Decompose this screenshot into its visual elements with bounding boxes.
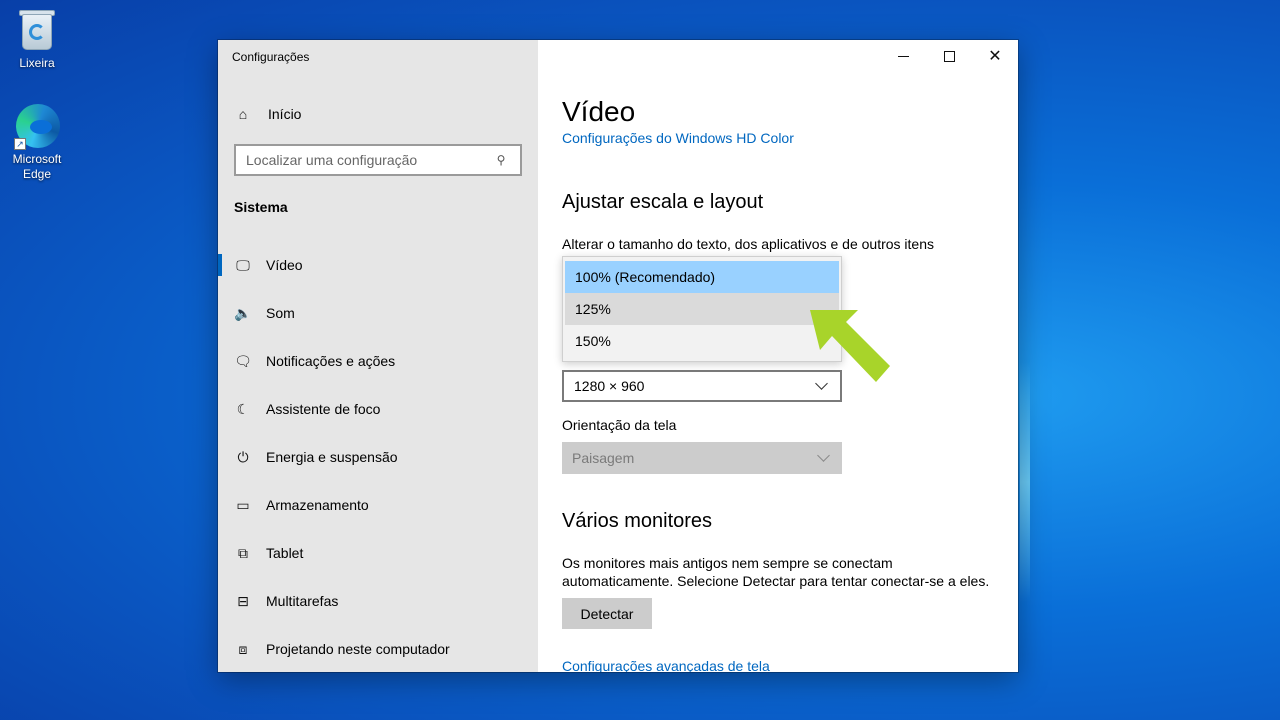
- storage-icon: ▭: [236, 496, 250, 513]
- sidebar-item-label: Notificações e ações: [266, 353, 396, 369]
- sidebar-item-label: Assistente de foco: [266, 401, 381, 417]
- multitask-icon: ⊟: [237, 592, 249, 609]
- scale-heading: Ajustar escala e layout: [562, 191, 764, 213]
- sidebar-item-label: Som: [266, 305, 295, 321]
- desktop-icon-label: Edge: [22, 167, 52, 181]
- shortcut-arrow-icon: ↗: [14, 138, 26, 150]
- monitor-icon: 🖵: [236, 256, 250, 273]
- speaker-icon: 🔈: [234, 304, 252, 321]
- multi-monitor-description: Os monitores mais antigos nem sempre se …: [562, 555, 990, 589]
- sidebar-nav: 🖵 Vídeo 🔈 Som 🗨 Notificações e ações ☾ A…: [218, 241, 538, 672]
- sidebar-item-armazenamento[interactable]: ▭ Armazenamento: [218, 481, 538, 529]
- advanced-display-link[interactable]: Configurações avançadas de tela: [562, 658, 770, 672]
- content-pane: ✕ Vídeo Configurações do Windows HD Colo…: [538, 40, 1018, 672]
- desktop-icon-label: Microsoft: [12, 152, 62, 166]
- sidebar-home[interactable]: ⌂ Início: [234, 104, 302, 124]
- edge-logo-icon: ↗: [14, 104, 60, 150]
- sidebar-item-label: Multitarefas: [266, 593, 339, 609]
- desktop-light-beam: [1020, 362, 1030, 602]
- scale-dropdown-list: 100% (Recomendado) 125% 150%: [562, 256, 842, 362]
- sidebar-item-tablet[interactable]: ⧉ Tablet: [218, 529, 538, 577]
- scale-option-150[interactable]: 150%: [565, 325, 839, 357]
- sidebar-item-som[interactable]: 🔈 Som: [218, 289, 538, 337]
- sidebar-item-notificacoes[interactable]: 🗨 Notificações e ações: [218, 337, 538, 385]
- sidebar-item-label: Tablet: [266, 545, 304, 561]
- close-icon: ✕: [988, 48, 1002, 65]
- search-input[interactable]: [246, 152, 492, 168]
- maximize-button[interactable]: [926, 40, 972, 72]
- hd-color-link[interactable]: Configurações do Windows HD Color: [562, 130, 794, 146]
- sidebar-item-label: Energia e suspensão: [266, 449, 398, 465]
- sidebar-item-energia[interactable]: ⏻ Energia e suspensão: [218, 433, 538, 481]
- home-icon: ⌂: [238, 106, 248, 122]
- sidebar-item-multitarefas[interactable]: ⊟ Multitarefas: [218, 577, 538, 625]
- moon-icon: ☾: [236, 400, 250, 417]
- resolution-value: 1280 × 960: [574, 378, 645, 394]
- annotation-arrow-icon: [810, 310, 890, 382]
- scale-option-100[interactable]: 100% (Recomendado): [565, 261, 839, 293]
- sidebar-item-projetando[interactable]: ⧈ Projetando neste computador: [218, 625, 538, 672]
- sidebar-item-label: Vídeo: [266, 257, 303, 273]
- search-box[interactable]: ⚲: [234, 144, 522, 176]
- sidebar-item-assistente-foco[interactable]: ☾ Assistente de foco: [218, 385, 538, 433]
- minimize-icon: [897, 55, 909, 57]
- sidebar-item-label: Projetando neste computador: [266, 641, 450, 657]
- sidebar: Configurações ⌂ Início ⚲ Sistema 🖵 Vídeo…: [218, 40, 538, 672]
- recycle-bin-icon: [14, 8, 60, 54]
- text-size-label: Alterar o tamanho do texto, dos aplicati…: [562, 236, 934, 252]
- settings-window: Configurações ⌂ Início ⚲ Sistema 🖵 Vídeo…: [218, 40, 1018, 672]
- home-label: Início: [268, 106, 302, 122]
- window-title: Configurações: [232, 50, 310, 64]
- orientation-label: Orientação da tela: [562, 417, 677, 433]
- resolution-dropdown[interactable]: 1280 × 960: [562, 370, 842, 402]
- search-icon[interactable]: ⚲: [492, 151, 510, 169]
- desktop-icon-edge[interactable]: ↗ Microsoft Edge: [1, 104, 73, 182]
- sidebar-item-label: Armazenamento: [266, 497, 369, 513]
- close-button[interactable]: ✕: [972, 40, 1018, 72]
- desktop-icon-recycle-bin[interactable]: Lixeira: [1, 8, 73, 71]
- minimize-button[interactable]: [880, 40, 926, 72]
- notification-icon: 🗨: [234, 352, 252, 369]
- sidebar-item-video[interactable]: 🖵 Vídeo: [218, 241, 538, 289]
- projector-icon: ⧈: [238, 640, 248, 657]
- section-title: Sistema: [234, 199, 288, 215]
- maximize-icon: [943, 50, 955, 62]
- detect-button[interactable]: Detectar: [562, 598, 652, 629]
- multi-monitor-heading: Vários monitores: [562, 510, 713, 532]
- tablet-icon: ⧉: [238, 544, 248, 561]
- desktop-icon-label: Lixeira: [19, 56, 55, 70]
- chevron-down-icon: [817, 449, 830, 462]
- orientation-value: Paisagem: [572, 450, 635, 466]
- orientation-dropdown[interactable]: Paisagem: [562, 442, 842, 474]
- scale-option-125[interactable]: 125%: [565, 293, 839, 325]
- page-title: Vídeo: [562, 96, 636, 127]
- power-icon: ⏻: [237, 448, 249, 465]
